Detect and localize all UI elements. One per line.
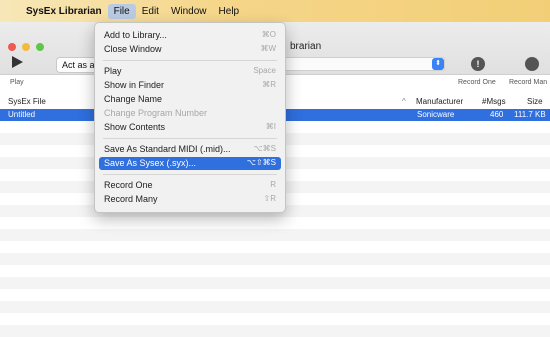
- menu-help[interactable]: Help: [213, 4, 246, 19]
- empty-row: [0, 325, 550, 337]
- cell-size: 111.7 KB: [514, 110, 546, 119]
- play-label: Play: [10, 79, 24, 86]
- app-menu[interactable]: SysEx Librarian: [22, 4, 108, 19]
- play-icon[interactable]: [12, 56, 23, 68]
- menu-edit[interactable]: Edit: [136, 4, 165, 19]
- close-window-icon[interactable]: [8, 43, 16, 51]
- menu-item-save-as-sysex[interactable]: Save As Sysex (.syx)... ⌥⇧⌘S: [99, 157, 281, 170]
- menu-item-save-as-midi[interactable]: Save As Standard MIDI (.mid)... ⌥⌘S: [99, 143, 281, 156]
- record-many-label: Record Man: [509, 79, 548, 86]
- minimize-window-icon[interactable]: [22, 43, 30, 51]
- record-many-button[interactable]: [525, 57, 539, 71]
- empty-row: [0, 265, 550, 277]
- empty-row: [0, 217, 550, 229]
- zoom-window-icon[interactable]: [36, 43, 44, 51]
- window-title: brarian: [290, 41, 322, 52]
- menu-file[interactable]: File: [107, 3, 136, 19]
- menu-item-record-many[interactable]: Record Many ⇧R: [99, 193, 281, 206]
- empty-row: [0, 289, 550, 301]
- column-header-manufacturer[interactable]: Manufacturer: [416, 97, 463, 106]
- empty-row: [0, 229, 550, 241]
- menu-item-change-program-number: Change Program Number: [104, 108, 208, 118]
- destination-select[interactable]: ⬍: [282, 57, 445, 71]
- menu-item-record-one[interactable]: Record One R: [99, 179, 281, 192]
- menu-separator: [103, 60, 277, 61]
- chevron-updown-icon: ⬍: [432, 58, 444, 70]
- record-one-label: Record One: [458, 79, 496, 86]
- menu-item-add-to-library[interactable]: Add to Library... ⌘O: [99, 29, 281, 42]
- menu-window[interactable]: Window: [165, 4, 213, 19]
- menu-item-play[interactable]: Play Space: [99, 65, 281, 78]
- column-header-msgs[interactable]: #Msgs: [482, 97, 506, 106]
- column-header-size[interactable]: Size: [527, 97, 543, 106]
- empty-row: [0, 277, 550, 289]
- menu-item-close-window[interactable]: Close Window ⌘W: [99, 43, 281, 56]
- menu-bar: SysEx Librarian File Edit Window Help: [0, 0, 550, 22]
- cell-msgs: 460: [490, 110, 504, 119]
- menu-item-show-contents[interactable]: Show Contents ⌘I: [99, 121, 281, 134]
- menu-separator: [103, 138, 277, 139]
- record-one-button[interactable]: !: [471, 57, 485, 71]
- menu-separator: [103, 174, 277, 175]
- menu-item-change-name[interactable]: Change Name: [99, 93, 281, 106]
- column-header-file[interactable]: SysEx File: [8, 97, 46, 106]
- cell-manufacturer: Sonicware: [417, 110, 455, 119]
- empty-row: [0, 301, 550, 313]
- file-menu-dropdown: Add to Library... ⌘O Close Window ⌘W Pla…: [94, 22, 286, 213]
- menu-item-show-in-finder[interactable]: Show in Finder ⌘R: [99, 79, 281, 92]
- cell-file: Untitled: [8, 110, 36, 119]
- empty-row: [0, 313, 550, 325]
- empty-row: [0, 241, 550, 253]
- empty-row: [0, 253, 550, 265]
- sort-ascending-icon: ^: [402, 97, 406, 106]
